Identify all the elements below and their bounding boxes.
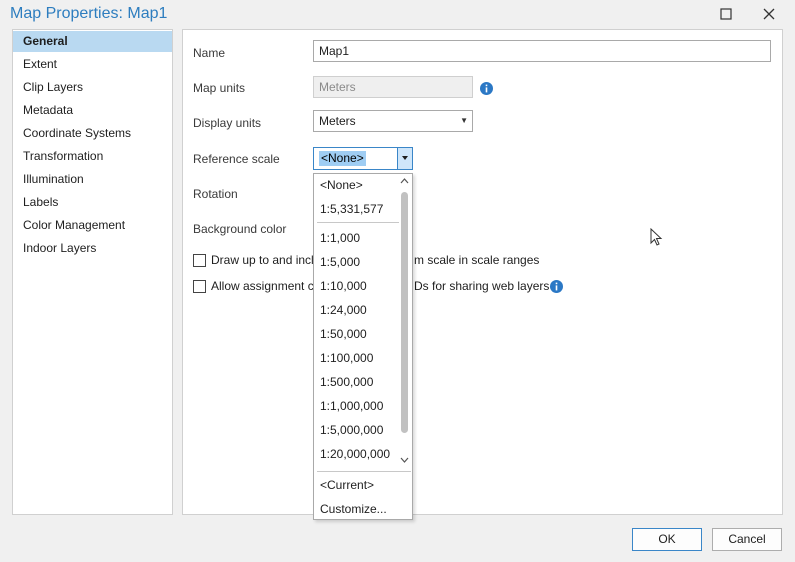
cancel-button[interactable]: Cancel (712, 528, 782, 551)
name-label: Name (193, 46, 226, 60)
property-pages-list: General Extent Clip Layers Metadata Coor… (12, 29, 173, 515)
dropdown-item-customize[interactable]: Customize... (320, 502, 387, 516)
nav-item-illumination[interactable]: Illumination (13, 169, 172, 190)
close-icon[interactable] (758, 4, 780, 26)
nav-item-metadata[interactable]: Metadata (13, 100, 172, 121)
dropdown-item[interactable]: 1:5,331,577 (320, 202, 383, 216)
nav-item-coordinate-systems[interactable]: Coordinate Systems (13, 123, 172, 144)
dropdown-item[interactable]: <None> (320, 178, 363, 192)
chevron-down-icon[interactable] (398, 454, 411, 466)
draw-scale-checkbox[interactable] (193, 254, 206, 267)
display-units-select[interactable]: Meters ▼ (313, 110, 473, 132)
reference-scale-combo[interactable]: <None> (313, 147, 413, 170)
dropdown-item-current[interactable]: <Current> (320, 478, 374, 492)
dropdown-item[interactable]: 1:5,000,000 (320, 423, 383, 437)
reference-scale-label: Reference scale (193, 152, 280, 166)
dropdown-separator (317, 222, 399, 223)
general-page (182, 29, 783, 515)
chevron-up-icon[interactable] (398, 175, 411, 187)
reference-scale-dropdown: <None> 1:5,331,577 1:1,000 1:5,000 1:10,… (313, 173, 413, 520)
window-title: Map Properties: Map1 (10, 5, 168, 22)
display-units-value: Meters (319, 114, 356, 128)
draw-scale-checkbox-label-tail: m scale in scale ranges (414, 253, 540, 267)
map-units-field: Meters (313, 76, 473, 98)
dropdown-item[interactable]: 1:100,000 (320, 351, 373, 365)
display-units-label: Display units (193, 116, 262, 130)
ok-button[interactable]: OK (632, 528, 702, 551)
info-icon[interactable] (550, 280, 563, 293)
dropdown-item[interactable]: 1:50,000 (320, 327, 367, 341)
dropdown-item[interactable]: 1:1,000 (320, 231, 360, 245)
reference-scale-value: <None> (319, 151, 366, 166)
allow-assignment-checkbox[interactable] (193, 280, 206, 293)
name-field[interactable]: Map1 (313, 40, 771, 62)
mouse-pointer-icon (650, 228, 663, 246)
nav-item-labels[interactable]: Labels (13, 192, 172, 213)
dropdown-item[interactable]: 1:20,000,000 (320, 447, 390, 461)
scrollbar-thumb[interactable] (401, 192, 408, 433)
nav-item-general[interactable]: General (13, 31, 172, 52)
dropdown-item[interactable]: 1:24,000 (320, 303, 367, 317)
dropdown-separator (317, 471, 411, 472)
allow-assignment-checkbox-label-tail: Ds for sharing web layers (414, 279, 550, 293)
draw-scale-checkbox-label: Draw up to and incl (211, 253, 314, 267)
nav-item-extent[interactable]: Extent (13, 54, 172, 75)
dropdown-item[interactable]: 1:1,000,000 (320, 399, 383, 413)
map-units-label: Map units (193, 81, 246, 95)
dropdown-item[interactable]: 1:500,000 (320, 375, 373, 389)
rotation-label: Rotation (193, 187, 238, 201)
maximize-icon[interactable] (716, 4, 738, 26)
nav-item-color-management[interactable]: Color Management (13, 215, 172, 236)
allow-assignment-checkbox-label: Allow assignment c (211, 279, 314, 293)
dropdown-item[interactable]: 1:10,000 (320, 279, 367, 293)
dropdown-item[interactable]: 1:5,000 (320, 255, 360, 269)
background-color-label: Background color (193, 222, 287, 236)
chevron-down-icon (402, 156, 408, 160)
info-icon[interactable] (480, 82, 493, 95)
chevron-down-icon: ▼ (460, 116, 468, 125)
dropdown-scrollbar[interactable] (398, 174, 411, 469)
dropdown-button[interactable] (397, 148, 412, 169)
nav-item-transformation[interactable]: Transformation (13, 146, 172, 167)
nav-item-indoor-layers[interactable]: Indoor Layers (13, 238, 172, 259)
nav-item-clip-layers[interactable]: Clip Layers (13, 77, 172, 98)
